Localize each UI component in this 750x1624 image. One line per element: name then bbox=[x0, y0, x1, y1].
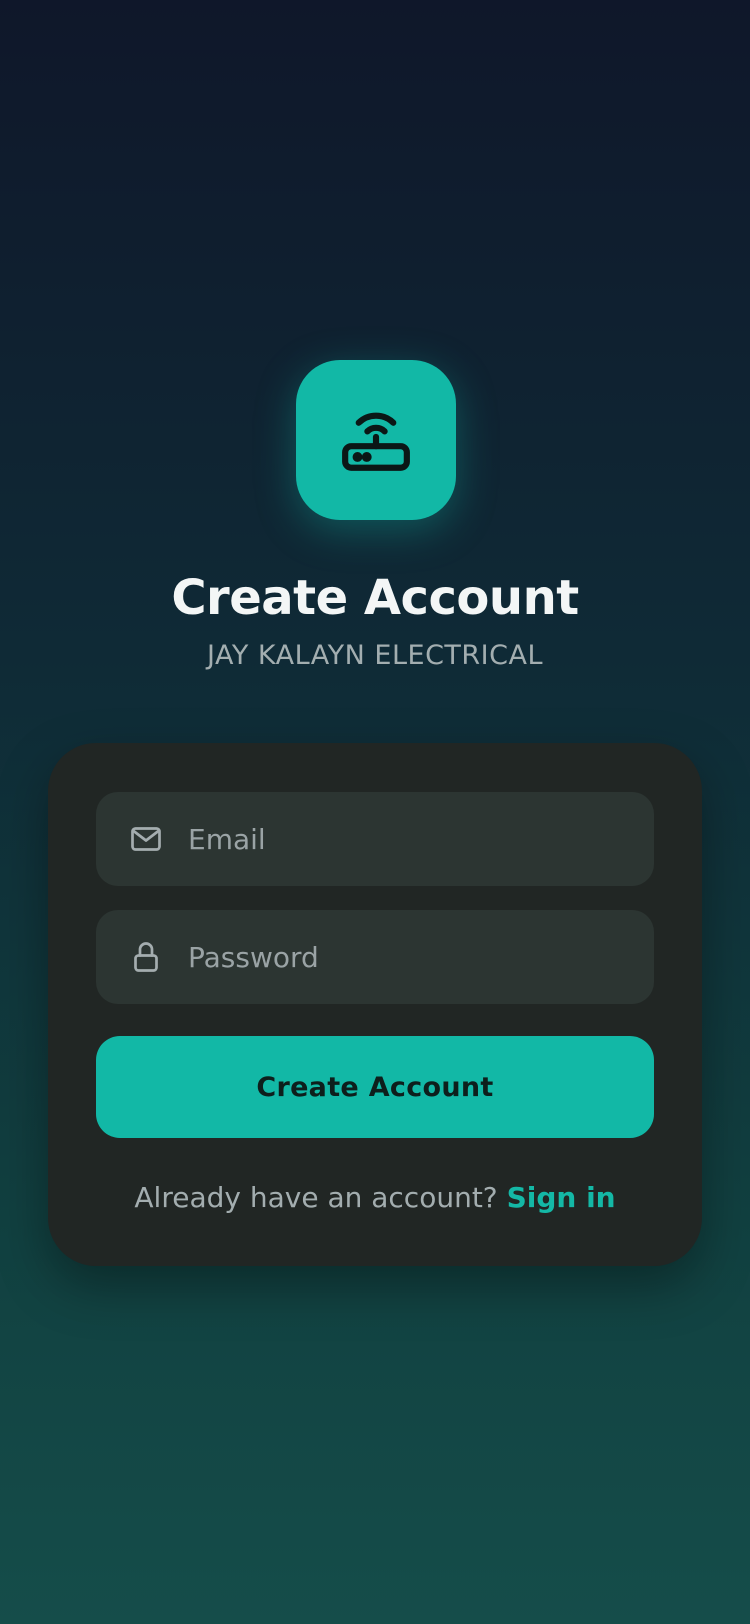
signin-prompt: Already have an account? Sign in bbox=[48, 1181, 702, 1214]
signup-card: Create Account Already have an account? … bbox=[48, 743, 702, 1266]
signin-prompt-text: Already have an account? bbox=[134, 1181, 498, 1214]
email-field[interactable] bbox=[96, 792, 654, 886]
create-account-button[interactable]: Create Account bbox=[96, 1036, 654, 1138]
password-field[interactable] bbox=[96, 910, 654, 1004]
password-input[interactable] bbox=[188, 910, 628, 1004]
app-logo bbox=[296, 360, 456, 520]
lock-icon bbox=[128, 939, 164, 975]
mail-icon bbox=[128, 821, 164, 857]
sign-in-link[interactable]: Sign in bbox=[507, 1181, 616, 1214]
email-input[interactable] bbox=[188, 792, 628, 886]
router-wifi-icon bbox=[342, 412, 410, 471]
page-title: Create Account bbox=[171, 570, 579, 626]
company-name: JAY KALAYN ELECTRICAL bbox=[206, 640, 544, 671]
